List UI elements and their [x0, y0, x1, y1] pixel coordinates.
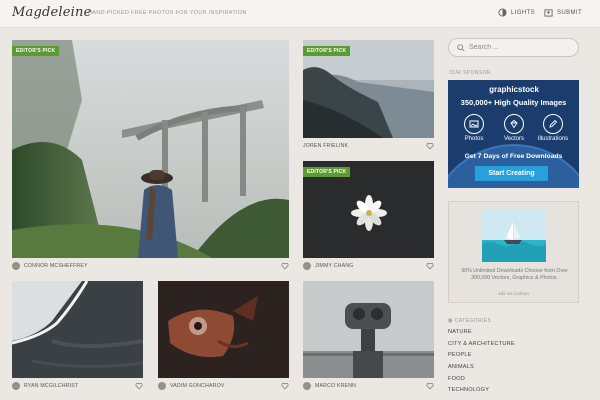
category-link[interactable]: CITY & ARCHITECTURE [448, 341, 579, 353]
categories: CATEGORIES NATURE CITY & ARCHITECTURE PE… [448, 318, 579, 399]
heart-icon[interactable] [426, 382, 434, 390]
heart-icon[interactable] [135, 382, 143, 390]
tag-icon [448, 318, 453, 323]
carbon-via-link[interactable]: ads via Carbon [449, 291, 578, 296]
categories-heading: CATEGORIES [448, 318, 579, 324]
author-link[interactable]: MARCO KRENN [315, 383, 426, 389]
carbon-ad-text[interactable]: 90% Unlimited Downloads Choose from Over… [455, 268, 574, 282]
sponsor-label: OUR SPONSOR [449, 70, 491, 76]
image-icon [469, 120, 479, 128]
author-link[interactable]: VADIM GONCHAROV [170, 383, 281, 389]
avatar [12, 382, 20, 390]
site-header: Magdeleine HAND-PICKED FREE PHOTOS FOR Y… [0, 0, 600, 28]
ad-feature-label: Photos [464, 136, 484, 142]
ad-feature: Photos [456, 114, 492, 142]
ad-offer: Get 7 Days of Free Downloads [464, 153, 563, 160]
ad-feature: Illustrations [535, 114, 571, 142]
editors-pick-badge: EDITOR'S PICK [303, 46, 351, 56]
ad-feature-label: Vectors [503, 136, 524, 142]
photo-card[interactable]: EDITOR'S PICK CONNOR MCSHEFFREY [12, 40, 289, 275]
submit-label: SUBMIT [557, 9, 583, 16]
category-link[interactable]: FOOD [448, 376, 579, 388]
editors-pick-badge: EDITOR'S PICK [12, 46, 60, 56]
site-logo[interactable]: Magdeleine [12, 5, 91, 20]
photo-meta: JOREN FRIELINK [303, 142, 434, 150]
category-link[interactable]: NATURE [448, 329, 579, 341]
avatar [12, 262, 20, 270]
search-icon [457, 43, 465, 52]
heart-icon[interactable] [281, 382, 289, 390]
photo-card[interactable]: VADIM GONCHAROV [158, 281, 289, 393]
photo-card[interactable]: RYAN MCGILCHRIST [12, 281, 143, 393]
photo-meta: MARCO KRENN [303, 382, 434, 390]
search-box[interactable] [448, 38, 579, 57]
ad-headline: 350,000+ High Quality Images [460, 98, 567, 107]
category-link[interactable]: ANIMALS [448, 364, 579, 376]
avatar [158, 382, 166, 390]
search-input[interactable] [469, 44, 569, 51]
photo-waves[interactable] [12, 281, 143, 378]
ad-brand: graphicstock [489, 85, 539, 94]
category-link[interactable]: PEOPLE [448, 352, 579, 364]
carbon-ad[interactable]: 90% Unlimited Downloads Choose from Over… [448, 201, 579, 303]
photo-meta: JIMMY CHANG [303, 262, 434, 270]
photo-meta: RYAN MCGILCHRIST [12, 382, 143, 390]
lightbulb-icon [498, 8, 507, 17]
heart-icon[interactable] [281, 262, 289, 270]
site-tagline: HAND-PICKED FREE PHOTOS FOR YOUR INSPIRA… [88, 10, 247, 16]
start-creating-button[interactable]: Start Creating [475, 166, 548, 181]
heart-icon[interactable] [426, 262, 434, 270]
photo-card[interactable]: EDITOR'S PICK JIMMY CHANG [303, 161, 434, 275]
photo-fish[interactable] [158, 281, 289, 378]
author-link[interactable]: JIMMY CHANG [315, 263, 426, 269]
diamond-icon [510, 119, 518, 129]
ad-feature-label: Illustrations [537, 136, 569, 142]
pencil-icon [549, 119, 558, 128]
photo-binoculars[interactable] [303, 281, 434, 378]
carbon-ad-image[interactable] [482, 210, 546, 262]
heart-icon[interactable] [426, 142, 434, 150]
photo-meta: CONNOR MCSHEFFREY [12, 262, 289, 270]
ad-feature: Vectors [496, 114, 532, 142]
author-link[interactable]: CONNOR MCSHEFFREY [24, 263, 281, 269]
submit-button[interactable]: SUBMIT [544, 8, 582, 17]
photo-card[interactable]: EDITOR'S PICK JOREN FRIELINK [303, 40, 434, 155]
editors-pick-badge: EDITOR'S PICK [303, 167, 351, 177]
lights-label: LIGHTS [511, 9, 536, 16]
avatar [303, 382, 311, 390]
author-link[interactable]: JOREN FRIELINK [303, 143, 426, 149]
upload-icon [544, 9, 553, 17]
photo-card[interactable]: MARCO KRENN [303, 281, 434, 393]
sponsor-ad[interactable]: graphicstock 350,000+ High Quality Image… [448, 80, 579, 188]
author-link[interactable]: RYAN MCGILCHRIST [24, 383, 135, 389]
photo-meta: VADIM GONCHAROV [158, 382, 289, 390]
photo-bridge[interactable] [12, 40, 289, 258]
category-link[interactable]: TECHNOLOGY [448, 387, 579, 399]
avatar [303, 262, 311, 270]
lights-toggle[interactable]: LIGHTS [498, 8, 535, 17]
